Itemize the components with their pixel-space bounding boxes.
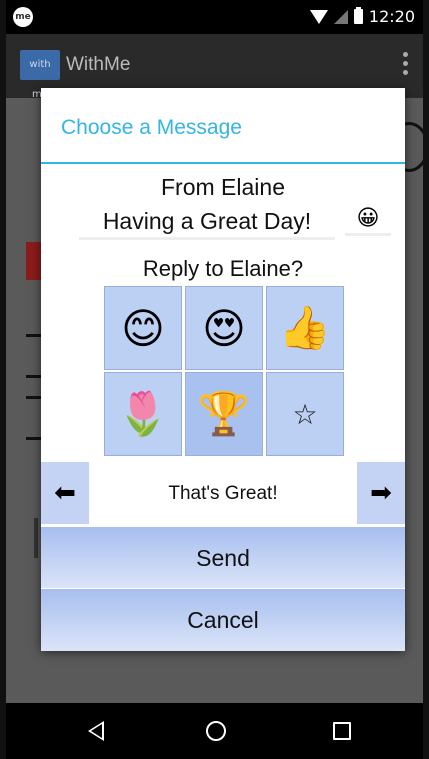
selected-reply-text: That's Great! (168, 483, 278, 504)
background-divider (34, 518, 38, 558)
thumbs-up-emoji-button[interactable]: 👍 (266, 286, 344, 370)
app-notification-icon: me (13, 7, 33, 27)
received-message: Having a Great Day! (79, 208, 335, 240)
cell-signal-icon (333, 9, 348, 24)
wifi-icon (309, 9, 328, 24)
title-divider (41, 162, 405, 164)
tulip-emoji-button[interactable]: 🌷 (104, 372, 182, 456)
reply-selector: ⬅ That's Great! ➡ (41, 462, 405, 524)
reply-prompt: Reply to Elaine? (142, 256, 304, 281)
star-emoji-button[interactable]: ☆ (266, 372, 344, 456)
next-reply-button[interactable]: ➡ (357, 462, 405, 524)
back-icon[interactable] (88, 721, 104, 741)
heart-eyes-emoji-button[interactable]: 😍 (185, 286, 263, 370)
choose-message-dialog: Choose a Message From Elaine Having a Gr… (41, 88, 405, 651)
emoji-grid: 😊 😍 👍 🌷 🏆 ☆ (104, 286, 348, 458)
previous-reply-button[interactable]: ⬅ (41, 462, 89, 524)
trophy-emoji-button[interactable]: 🏆 (185, 372, 263, 456)
battery-icon (353, 7, 363, 24)
app-logo: with me (20, 50, 60, 100)
status-bar: me 12:20 (6, 0, 423, 34)
navigation-bar (6, 703, 423, 759)
dialog-title: Choose a Message (61, 116, 242, 139)
send-button[interactable]: Send (41, 526, 405, 589)
from-line: From Elaine (161, 174, 285, 200)
overflow-menu-icon[interactable] (403, 52, 409, 75)
phone-screen: me 12:20 with me WithMe Choose a Message… (6, 0, 423, 759)
received-emoji-icon: 😀 (345, 206, 391, 236)
smiling-face-emoji-button[interactable]: 😊 (104, 286, 182, 370)
clock: 12:20 (368, 7, 415, 26)
recent-apps-icon[interactable] (333, 722, 351, 740)
status-icons: 12:20 (309, 7, 415, 26)
cancel-button[interactable]: Cancel (41, 588, 405, 651)
home-icon[interactable] (206, 721, 226, 741)
app-title: WithMe (66, 54, 131, 75)
